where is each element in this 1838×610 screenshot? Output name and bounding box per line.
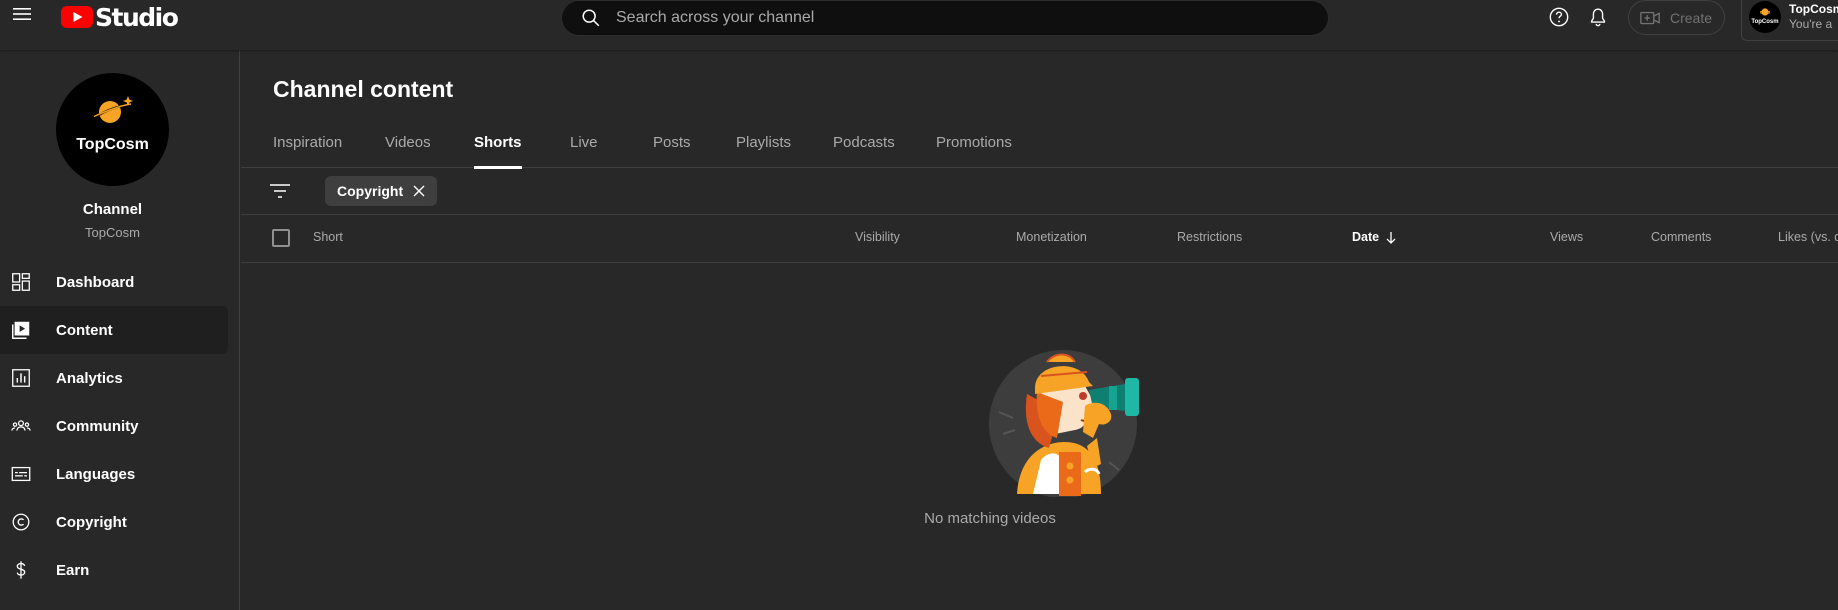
account-switcher[interactable]: TopCosm TopCosm You're a <box>1741 0 1838 41</box>
analytics-icon <box>12 369 30 387</box>
column-monetization[interactable]: Monetization <box>1016 230 1087 244</box>
account-avatar: TopCosm <box>1749 1 1781 33</box>
sidebar-item-dashboard[interactable]: Dashboard <box>0 258 228 306</box>
search-icon[interactable] <box>580 7 602 29</box>
studio-app: Studio Create <box>0 0 1838 610</box>
empty-state-message: No matching videos <box>924 510 1056 527</box>
sidebar-item-languages[interactable]: Languages <box>0 450 228 498</box>
sidebar-item-label: Analytics <box>56 369 123 387</box>
create-video-icon <box>1640 11 1660 24</box>
main-content: Channel content Inspiration Videos Short… <box>241 50 1838 610</box>
sidebar-item-earn[interactable]: Earn <box>0 546 228 594</box>
column-visibility[interactable]: Visibility <box>855 230 900 244</box>
tab-shorts[interactable]: Shorts <box>474 128 522 169</box>
column-likes[interactable]: Likes (vs. d <box>1778 230 1838 244</box>
content-icon <box>12 321 30 339</box>
sidebar-item-label: Content <box>56 321 113 339</box>
hamburger-icon <box>13 8 31 20</box>
channel-avatar[interactable]: TopCosm <box>56 73 169 186</box>
tab-posts[interactable]: Posts <box>653 128 691 168</box>
column-restrictions[interactable]: Restrictions <box>1177 230 1242 244</box>
account-avatar-text: TopCosm <box>1751 19 1779 25</box>
community-icon <box>11 420 31 431</box>
youtube-play-icon <box>61 6 93 28</box>
select-all-checkbox[interactable] <box>272 229 290 247</box>
dashboard-icon <box>12 273 30 291</box>
sort-descending-arrow-icon <box>1386 231 1396 244</box>
create-button-label: Create <box>1670 9 1713 26</box>
sidebar-item-label: Earn <box>56 561 90 579</box>
sidebar-nav: Dashboard Content Analytics Community La… <box>0 258 240 594</box>
sidebar-item-content[interactable]: Content <box>0 306 228 354</box>
tab-playlists[interactable]: Playlists <box>736 128 791 168</box>
top-bar: Studio Create <box>0 0 1838 50</box>
help-icon[interactable] <box>1548 6 1570 28</box>
column-short: Short <box>313 230 343 244</box>
sidebar: TopCosm Channel TopCosm Dashboard Conten… <box>0 50 240 610</box>
studio-logo-text: Studio <box>95 2 179 32</box>
column-date-label: Date <box>1352 230 1380 244</box>
filter-icon[interactable] <box>269 182 291 200</box>
create-button[interactable]: Create <box>1628 0 1725 35</box>
filter-bar: Copyright <box>241 168 1838 215</box>
tab-inspiration[interactable]: Inspiration <box>273 128 342 168</box>
column-comments[interactable]: Comments <box>1651 230 1711 244</box>
copyright-icon <box>12 513 30 531</box>
sidebar-item-copyright[interactable]: Copyright <box>0 498 228 546</box>
notifications-bell-icon[interactable] <box>1587 6 1609 28</box>
studio-logo[interactable]: Studio <box>61 2 179 32</box>
sidebar-item-label: Dashboard <box>56 273 135 291</box>
tab-videos[interactable]: Videos <box>385 128 431 168</box>
detective-binoculars-illustration <box>989 350 1139 497</box>
channel-name[interactable]: TopCosm <box>0 225 225 240</box>
column-views[interactable]: Views <box>1550 230 1583 244</box>
filter-chip-copyright[interactable]: Copyright <box>325 176 438 206</box>
tab-podcasts[interactable]: Podcasts <box>833 128 895 168</box>
sidebar-item-label: Languages <box>56 465 136 483</box>
content-tabs: Inspiration Videos Shorts Live Posts Pla… <box>241 128 1838 169</box>
planet-logo-icon <box>1760 8 1770 16</box>
search-input[interactable] <box>616 9 1256 27</box>
sidebar-item-community[interactable]: Community <box>0 402 228 450</box>
page-title: Channel content <box>273 76 454 102</box>
sidebar-item-label: Copyright <box>56 513 127 531</box>
sidebar-item-label: Community <box>56 417 139 435</box>
filter-chip-label: Copyright <box>337 183 404 199</box>
column-date[interactable]: Date <box>1352 230 1397 244</box>
empty-state: No matching videos <box>241 263 1838 610</box>
sidebar-item-analytics[interactable]: Analytics <box>0 354 228 402</box>
account-subtitle: You're a <box>1789 17 1833 31</box>
close-icon[interactable] <box>412 184 426 198</box>
tab-promotions[interactable]: Promotions <box>936 128 1012 168</box>
table-header: Short Visibility Monetization Restrictio… <box>241 215 1838 263</box>
search-bar[interactable] <box>561 0 1329 36</box>
planet-logo-icon <box>93 96 133 123</box>
channel-title: Channel <box>82 201 143 218</box>
subtitles-icon <box>11 466 31 482</box>
account-name: TopCosm <box>1789 2 1838 16</box>
tab-live[interactable]: Live <box>570 128 598 168</box>
channel-avatar-text: TopCosm <box>76 136 149 153</box>
hamburger-menu-button[interactable] <box>12 4 32 24</box>
dollar-icon <box>16 561 26 579</box>
